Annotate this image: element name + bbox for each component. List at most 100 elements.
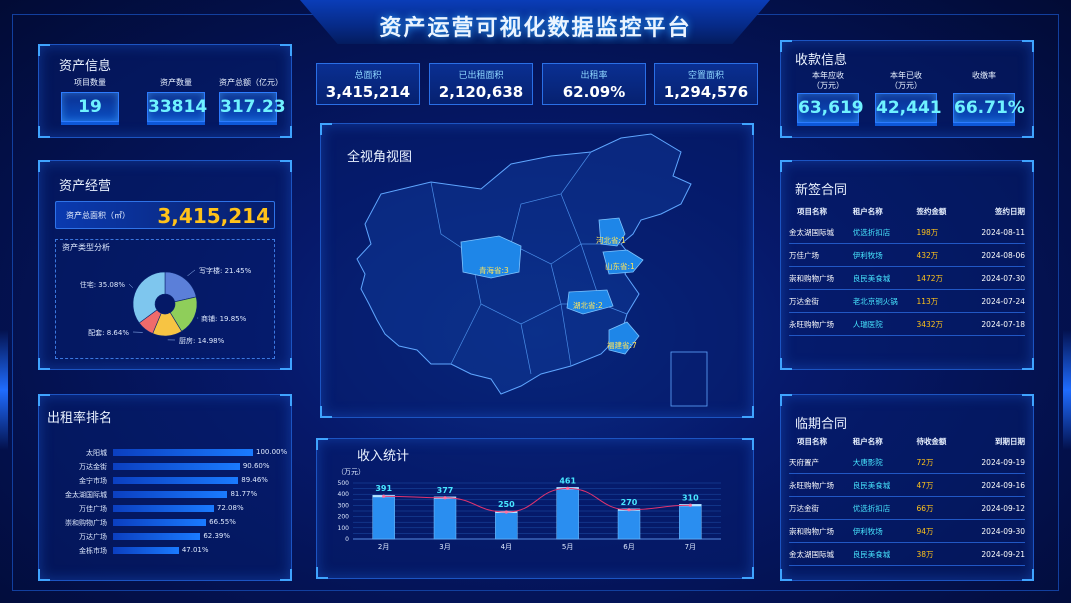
table-row[interactable]: 万达金街 优选折扣店 66万 2024-09-12 (789, 496, 1025, 520)
map-label-shandong: 山东省:1 (605, 262, 635, 271)
table-cell: 2024-08-06 (963, 243, 1025, 267)
asset-type-pie-chart: 写字楼: 21.45% 商铺: 19.85% 厨房: 14.98% 配套: 8.64%… (80, 266, 252, 345)
rank-name: 金栎市场 (79, 547, 107, 555)
table-cell: 永旺购物广场 (789, 312, 853, 336)
map-outline (356, 133, 692, 395)
table-cell: 432万 (916, 243, 964, 267)
collection-kpi-sublabel (953, 81, 1015, 91)
rank-row: 金宁市场 89.46% (39, 475, 291, 486)
top-stat-0: 总面积 3,415,214 (316, 63, 420, 105)
collection-kpi-1: 本年已收 （万元） 42,441 (875, 71, 942, 123)
table-cell: 198万 (916, 221, 964, 244)
collection-kpi-label: 本年已收 (890, 71, 922, 80)
table-cell: 崇和购物广场 (789, 266, 853, 290)
asset-kpi-value: 19 (61, 92, 119, 122)
map-label-fujian: 福建省:7 (607, 341, 637, 350)
rank-row: 金太湖国际城 81.77% (39, 489, 291, 500)
table-cell: 1472万 (916, 266, 964, 290)
rank-row: 万达广场 62.39% (39, 531, 291, 542)
rank-name: 万达广场 (79, 533, 107, 541)
collection-title: 收款信息 (795, 53, 848, 68)
asset-info-panel: 资产信息 项目数量 19 资产数量 33814 资产总额（亿元） 317.23 (38, 44, 292, 138)
x-tick-label: 3月 (439, 543, 450, 551)
table-cell: 万佳广场 (789, 243, 853, 267)
table-row[interactable]: 万达金街 老北京铜火锅 113万 2024-07-24 (789, 289, 1025, 313)
new-contracts-title: 新签合同 (795, 183, 848, 198)
income-trend-point (504, 510, 508, 514)
rank-bar (113, 519, 207, 526)
income-trend-point (443, 496, 447, 500)
income-value-label: 377 (437, 486, 454, 495)
page-title: 资产运营可视化数据监控平台 (379, 16, 692, 41)
new-contracts-panel: 新签合同 项目名称 租户名称 签约金额 签约日期 金太湖国际城 优选折扣店 198万 2024… (780, 160, 1034, 370)
income-panel: 收入统计 （万元） 0 100 200 300 400 500 391 2月 377 3月 250 4… (316, 438, 754, 579)
top-stat-1: 已出租面积 2,120,638 (429, 63, 533, 105)
asset-info-title: 资产信息 (59, 59, 112, 74)
x-tick-label: 6月 (623, 543, 634, 551)
table-header: 租户名称 (852, 436, 883, 446)
table-row[interactable]: 崇和购物广场 伊利牧场 94万 2024-09-30 (789, 519, 1025, 543)
table-cell: 2024-07-24 (963, 289, 1025, 313)
rank-name: 崇和购物广场 (65, 519, 107, 527)
collection-kpi-sublabel: （万元） (812, 81, 844, 90)
table-cell: 2024-09-19 (963, 451, 1025, 474)
map-panel: 全视角视图 青海省:3 河北省:1 山东省:1 湖北省:2 福建省:7 (320, 123, 754, 418)
rank-value: 62.39% (203, 532, 231, 540)
table-cell: 2024-09-30 (963, 519, 1025, 543)
rank-value: 72.08% (216, 504, 244, 512)
rank-name: 万佳广场 (79, 505, 107, 513)
income-bar (556, 487, 579, 540)
y-tick-label: 0 (345, 536, 349, 543)
top-stat-label: 空置面积 (687, 71, 724, 81)
income-value-label: 310 (682, 493, 699, 502)
table-cell: 良民美食城 (852, 542, 917, 566)
table-header: 租户名称 (852, 206, 883, 216)
table-row[interactable]: 永旺购物广场 人瑞医院 3432万 2024-07-18 (789, 312, 1025, 336)
collection-kpi-2: 收缴率 66.71% (953, 71, 1025, 123)
top-stat-3: 空置面积 1,294,576 (654, 63, 758, 105)
collection-kpi-value: 66.71% (953, 93, 1025, 123)
income-bar (617, 508, 641, 540)
table-cell: 大唐影院 (852, 451, 917, 474)
asset-kpi-value: 317.23 (219, 92, 286, 122)
table-cell: 良民美食城 (852, 473, 917, 497)
table-cell: 老北京铜火锅 (852, 289, 917, 313)
rank-name: 金宁市场 (79, 477, 107, 485)
table-row[interactable]: 金太湖国际城 优选折扣店 198万 2024-08-11 (789, 221, 1025, 244)
table-cell: 2024-09-16 (963, 473, 1025, 497)
pie-label: 配套: 8.64% (88, 328, 129, 337)
rank-name: 金太湖国际城 (65, 491, 107, 499)
map-label-hubei: 湖北省:2 (573, 301, 603, 310)
y-tick-label: 200 (338, 514, 350, 521)
rank-row: 万达金街 90.60% (39, 461, 291, 472)
table-cell: 伊利牧场 (852, 519, 917, 543)
income-bar-chart: 0 100 200 300 400 500 391 2月 377 3月 250 4月 461 5月 270 6… (338, 476, 721, 551)
table-row[interactable]: 永旺购物广场 良民美食城 47万 2024-09-16 (789, 473, 1025, 497)
collection-kpi-0: 本年应收 （万元） 63,619 (797, 71, 864, 123)
table-row[interactable]: 崇和购物广场 良民美食城 1472万 2024-07-30 (789, 266, 1025, 290)
pie-label: 商铺: 19.85% (201, 314, 247, 323)
table-header: 待收金额 (916, 436, 947, 446)
income-trend-line (383, 487, 691, 513)
income-value-label: 461 (559, 476, 576, 485)
rank-row: 太阳城 100.00% (39, 447, 291, 458)
expiring-title: 临期合同 (795, 417, 848, 432)
table-row[interactable]: 金太湖国际城 良民美食城 38万 2024-09-21 (789, 542, 1025, 566)
table-row[interactable]: 万佳广场 伊利牧场 432万 2024-08-06 (789, 243, 1025, 267)
y-tick-label: 100 (338, 525, 350, 532)
table-header: 项目名称 (797, 436, 827, 446)
y-tick-label: 400 (338, 491, 350, 498)
table-cell: 金太湖国际城 (789, 542, 853, 566)
table-cell: 万达金街 (789, 496, 853, 520)
table-row[interactable]: 天府置产 大唐影院 72万 2024-09-19 (789, 451, 1025, 474)
y-tick-label: 500 (338, 480, 350, 487)
rank-value: 90.60% (242, 462, 270, 470)
asset-kpi-0: 项目数量 19 (61, 78, 119, 122)
table-header: 项目名称 (797, 206, 827, 216)
income-trend-point (382, 494, 386, 498)
table-cell: 47万 (916, 473, 964, 497)
table-header: 签约日期 (995, 206, 1025, 216)
table-cell: 优选折扣店 (852, 221, 917, 244)
pie-label: 厨房: 14.98% (179, 336, 225, 345)
top-stat-value: 62.09% (562, 83, 626, 101)
